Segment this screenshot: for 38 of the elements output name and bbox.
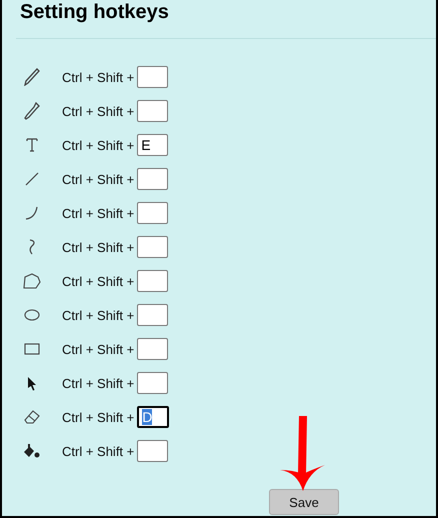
- dialog-title: Setting hotkeys: [19, 0, 169, 24]
- polygon-icon[interactable]: [23, 273, 41, 289]
- key-input-field[interactable]: [137, 372, 168, 394]
- key-input-field[interactable]: [137, 100, 168, 122]
- ellipse-icon[interactable]: [24, 309, 40, 321]
- curve-icon[interactable]: [25, 206, 39, 220]
- key-input-field[interactable]: [137, 66, 168, 88]
- eraser-icon[interactable]: [24, 410, 40, 424]
- shortcut-label: Ctrl + Shift +: [62, 206, 134, 220]
- key-input-field[interactable]: [137, 304, 168, 326]
- shortcut-label: Ctrl + Shift +: [62, 138, 134, 152]
- key-input-field[interactable]: [137, 168, 168, 190]
- key-input-field[interactable]: [137, 440, 168, 462]
- squiggle-icon[interactable]: [27, 239, 37, 255]
- shortcut-label: Ctrl + Shift +: [62, 376, 134, 390]
- pencil-icon[interactable]: [24, 68, 40, 86]
- pointer-icon[interactable]: [27, 376, 37, 390]
- line-icon[interactable]: [25, 172, 39, 186]
- key-input-field[interactable]: [137, 202, 168, 224]
- save-button[interactable]: Save: [269, 489, 339, 515]
- text-tool-icon[interactable]: [26, 138, 38, 152]
- paint-bucket-icon[interactable]: [23, 443, 41, 459]
- shortcut-label: Ctrl + Shift +: [62, 410, 134, 424]
- shortcut-label: Ctrl + Shift +: [62, 274, 134, 288]
- rectangle-icon[interactable]: [24, 343, 40, 355]
- key-input-field[interactable]: [137, 338, 168, 360]
- key-input-field[interactable]: [137, 236, 168, 258]
- shortcut-label: Ctrl + Shift +: [62, 342, 134, 356]
- key-input-field[interactable]: E: [137, 134, 168, 156]
- shortcut-label: Ctrl + Shift +: [62, 172, 134, 186]
- key-input-field[interactable]: [137, 270, 168, 292]
- shortcut-label: Ctrl + Shift +: [62, 308, 134, 322]
- shortcut-label: Ctrl + Shift +: [62, 70, 134, 84]
- shortcut-label: Ctrl + Shift +: [62, 104, 134, 118]
- shortcut-label: Ctrl + Shift +: [62, 444, 134, 458]
- key-input-field[interactable]: D: [137, 406, 170, 428]
- shortcut-label: Ctrl + Shift +: [62, 240, 134, 254]
- dropper-icon[interactable]: [24, 102, 40, 120]
